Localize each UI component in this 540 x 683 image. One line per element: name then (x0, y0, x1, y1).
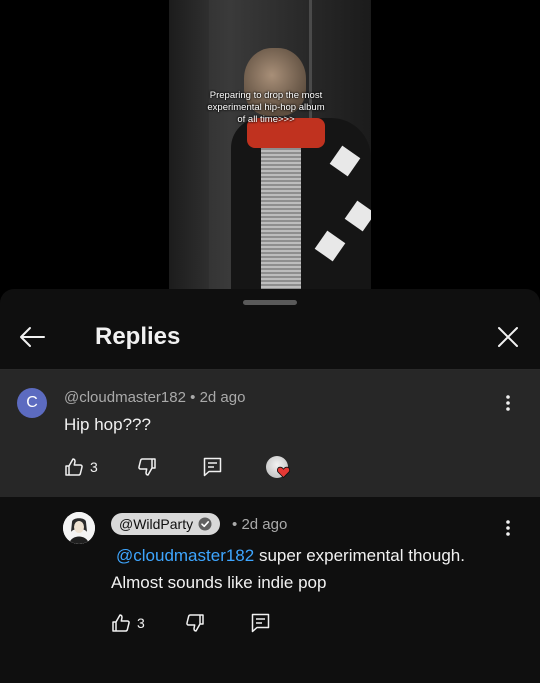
video-preview-area: Preparing to drop the most experimental … (0, 0, 540, 300)
meta-separator: • (190, 389, 196, 406)
video-door-bg (169, 0, 209, 300)
comment-menu-button[interactable] (498, 389, 518, 417)
comment-meta: • 2d ago (232, 516, 287, 533)
comment-icon (203, 457, 222, 477)
comment-icon (251, 613, 270, 633)
sheet-header: Replies (0, 309, 540, 369)
thumbs-up-icon (65, 458, 83, 476)
thumbs-down-icon (186, 614, 204, 632)
back-button[interactable] (14, 319, 50, 355)
close-icon (498, 327, 518, 347)
video-caption-line: of all time>>> (237, 114, 295, 125)
comment-time: 2d ago (241, 516, 288, 533)
like-count: 3 (137, 615, 145, 631)
meta-separator: • (232, 516, 238, 533)
reply-comment: @WildParty • 2d ago @cloudmaster182 supe… (0, 497, 540, 683)
parent-comment: C @cloudmaster182 • 2d ago Hip hop??? 3 (0, 370, 540, 497)
replies-sheet: Replies C @cloudmaster182 • 2d ago Hip h… (0, 289, 540, 683)
dislike-button[interactable] (137, 457, 157, 477)
comment-author[interactable]: @cloudmaster182 (64, 389, 186, 406)
avatar-letter: C (26, 394, 38, 411)
sheet-title: Replies (95, 323, 181, 350)
video-thumbnail[interactable]: Preparing to drop the most experimental … (169, 0, 371, 300)
thumbs-down-icon (138, 458, 156, 476)
thumbs-up-icon (112, 614, 130, 632)
avatar[interactable]: C (17, 388, 47, 418)
comment-text-part: Almost sounds like indie pop (111, 573, 327, 592)
comment-menu-button[interactable] (498, 514, 518, 542)
dislike-button[interactable] (185, 613, 205, 633)
author-chip[interactable]: @WildParty (111, 513, 221, 535)
arrow-left-icon (20, 327, 45, 347)
like-count: 3 (90, 459, 98, 475)
avatar-illustration (63, 512, 95, 544)
video-caption-line: Preparing to drop the most (209, 90, 323, 101)
like-button[interactable]: 3 (111, 613, 145, 633)
comment-text-part: super experimental though. (254, 546, 465, 565)
creator-heart (266, 456, 290, 480)
more-vert-icon (506, 520, 510, 536)
more-vert-icon (506, 395, 510, 411)
comment-author: @WildParty (119, 516, 194, 532)
comment-text: @cloudmaster182 super experimental thoug… (111, 542, 521, 596)
video-person-shirt (261, 128, 301, 300)
reply-button[interactable] (251, 613, 270, 633)
video-caption: Preparing to drop the most experimental … (191, 90, 341, 126)
reply-button[interactable] (203, 457, 222, 477)
comment-time: 2d ago (199, 389, 246, 406)
video-caption-line: experimental hip-hop album (207, 102, 325, 113)
verified-check-icon (198, 517, 212, 531)
comment-meta: @cloudmaster182 • 2d ago (64, 389, 245, 406)
like-button[interactable]: 3 (64, 457, 98, 477)
comment-text: Hip hop??? (64, 415, 151, 434)
drag-handle[interactable] (243, 300, 297, 305)
close-button[interactable] (490, 319, 526, 355)
avatar[interactable] (63, 512, 95, 544)
mention-link[interactable]: @cloudmaster182 (116, 546, 254, 565)
heart-icon (277, 466, 290, 478)
